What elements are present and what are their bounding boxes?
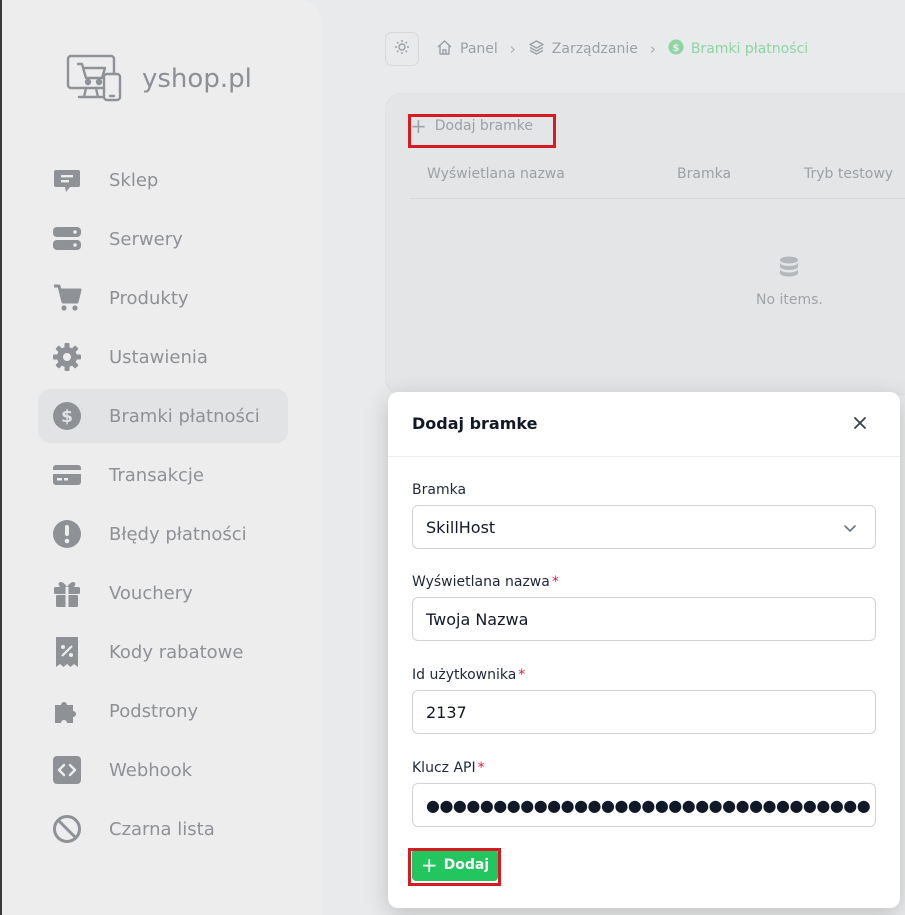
dollar-icon: $ [52, 401, 82, 431]
store-icon [52, 165, 82, 195]
breadcrumb-current: $ Bramki płatności [668, 39, 808, 59]
sidebar-item-kody-rabatowe[interactable]: Kody rabatowe [38, 625, 288, 679]
empty-state: No items. [756, 256, 823, 308]
gateway-select-value: SkillHost [426, 517, 496, 537]
table-divider [410, 198, 905, 199]
gift-icon [52, 578, 82, 608]
puzzle-icon [52, 696, 82, 726]
sidebar-item-ustawienia[interactable]: Ustawienia [38, 330, 288, 384]
modal-title: Dodaj bramke [412, 414, 538, 433]
add-gateway-modal: Dodaj bramke Bramka SkillHost Wyświetlan… [388, 392, 900, 908]
user-id-label: Id użytkownika * [412, 667, 526, 683]
sidebar-item-bramki-platnosci[interactable]: $ Bramki płatności [38, 389, 288, 443]
sidebar-item-label: Kody rabatowe [109, 641, 244, 663]
required-mark: * [551, 574, 559, 590]
highlight-box [408, 114, 556, 148]
gear-icon [52, 342, 82, 372]
shop-monitor-icon [66, 52, 122, 106]
breadcrumb-label: Panel [460, 41, 498, 57]
layers-icon [528, 39, 552, 60]
sidebar-item-label: Ustawienia [109, 346, 208, 368]
sidebar-item-vouchery[interactable]: Vouchery [38, 566, 288, 620]
user-id-input[interactable]: 2137 [412, 690, 876, 734]
sidebar-item-label: Transakcje [109, 464, 204, 486]
breadcrumb: Panel › Zarządzanie › $ Bramki płatności [385, 32, 808, 66]
home-icon [436, 39, 460, 60]
chevron-down-icon [843, 520, 857, 539]
sidebar-item-label: Bramki płatności [109, 405, 260, 427]
close-icon [853, 415, 867, 434]
sidebar-item-podstrony[interactable]: Podstrony [38, 684, 288, 738]
svg-text:$: $ [672, 43, 679, 54]
sidebar-item-bledy-platnosci[interactable]: Błędy płatności [38, 507, 288, 561]
breadcrumb-panel[interactable]: Panel [436, 39, 498, 60]
sidebar-item-label: Serwery [109, 228, 183, 250]
sidebar-item-label: Sklep [109, 169, 159, 191]
sidebar-item-label: Webhook [109, 759, 193, 781]
breadcrumb-label: Bramki płatności [690, 41, 809, 57]
breadcrumb-separator: › [649, 40, 656, 58]
sidebar-item-czarna-lista[interactable]: Czarna lista [38, 802, 288, 856]
sidebar-item-produkty[interactable]: Produkty [38, 271, 288, 325]
credit-card-icon [52, 460, 82, 490]
required-mark: * [518, 667, 526, 683]
gateway-select[interactable]: SkillHost [412, 505, 876, 549]
breadcrumb-label: Zarządzanie [551, 41, 638, 57]
sidebar-item-label: Podstrony [109, 700, 199, 722]
sidebar-item-serwery[interactable]: Serwery [38, 212, 288, 266]
sidebar-item-label: Czarna lista [109, 818, 215, 840]
close-button[interactable] [848, 412, 872, 436]
brand-name: yshop.pl [142, 64, 252, 94]
breadcrumb-management[interactable]: Zarządzanie [528, 39, 638, 60]
display-name-value: Twoja Nazwa [426, 609, 529, 629]
display-name-input[interactable]: Twoja Nazwa [412, 597, 876, 641]
api-key-input[interactable]: ●●●●●●●●●●●●●●●●●●●●●●●●●●●●●●●●● [412, 783, 876, 827]
database-icon [779, 256, 799, 284]
sidebar-item-label: Vouchery [109, 582, 193, 604]
dollar-icon: $ [668, 39, 691, 59]
ban-icon [52, 814, 82, 844]
sidebar-item-label: Produkty [109, 287, 189, 309]
sidebar-item-transakcje[interactable]: Transakcje [38, 448, 288, 502]
sidebar-item-webhook[interactable]: Webhook [38, 743, 288, 797]
sidebar: yshop.pl Sklep Serwery Produkty Ustawien… [0, 0, 322, 915]
cart-icon [52, 283, 82, 313]
breadcrumb-separator: › [509, 40, 516, 58]
display-name-label: Wyświetlana nazwa * [412, 574, 559, 590]
servers-icon [52, 224, 82, 254]
sun-icon [394, 39, 410, 59]
highlight-box [408, 848, 501, 886]
discount-receipt-icon [52, 637, 82, 667]
sidebar-item-label: Błędy płatności [109, 523, 247, 545]
modal-header: Dodaj bramke [388, 392, 900, 457]
api-key-label: Klucz API * [412, 760, 485, 776]
empty-text: No items. [756, 292, 823, 308]
alert-icon [52, 519, 82, 549]
column-header-display-name[interactable]: Wyświetlana nazwa [427, 166, 565, 182]
user-id-value: 2137 [426, 702, 467, 722]
column-header-test-mode[interactable]: Tryb testowy [804, 166, 893, 182]
api-key-value: ●●●●●●●●●●●●●●●●●●●●●●●●●●●●●●●●● [426, 795, 871, 815]
svg-text:$: $ [61, 407, 73, 427]
gateway-label: Bramka [412, 482, 467, 498]
required-mark: * [477, 760, 485, 776]
brand-logo[interactable]: yshop.pl [66, 52, 252, 106]
column-header-gateway[interactable]: Bramka [677, 166, 731, 182]
sidebar-item-sklep[interactable]: Sklep [38, 153, 288, 207]
code-icon [52, 755, 82, 785]
theme-toggle-button[interactable] [385, 32, 419, 66]
